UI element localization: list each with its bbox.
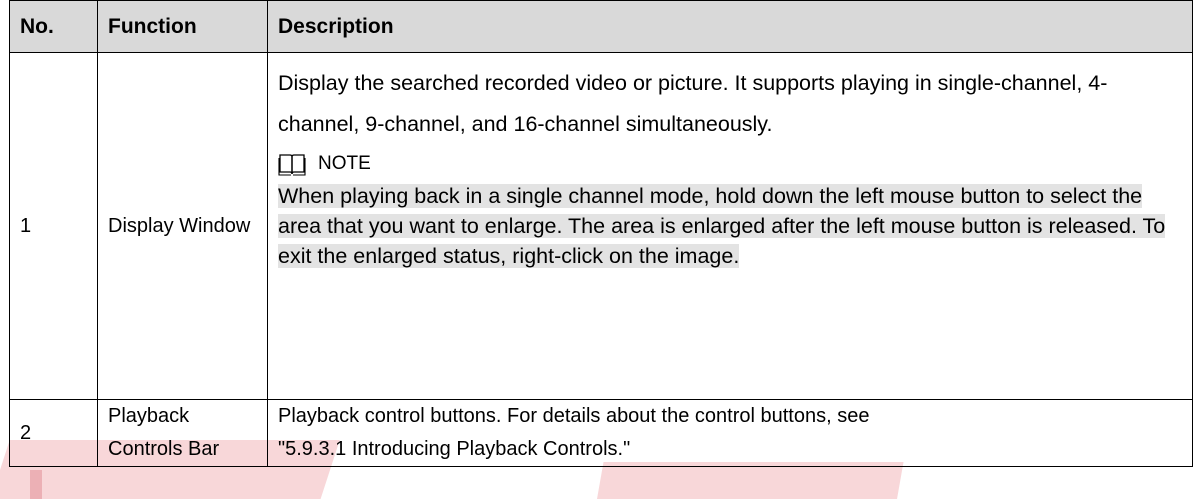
note-heading: NOTE (278, 147, 1192, 181)
description-line: Playback control buttons. For details ab… (278, 405, 870, 427)
watermark-shape (30, 470, 42, 499)
description-text: Display the searched recorded video or p… (278, 71, 1108, 136)
cell-no: 2 (9, 399, 98, 467)
cell-description: Display the searched recorded video or p… (267, 52, 1193, 400)
function-line: Controls Bar (108, 438, 220, 460)
watermark-shape (596, 462, 904, 499)
table-row: 1 Display Window Display the searched re… (9, 52, 1193, 400)
table-header-row: No. Function Description (9, 0, 1193, 53)
table-row: 2 Playback Controls Bar Playback control… (9, 399, 1193, 467)
cell-function: Display Window (97, 52, 268, 400)
description-line: "5.9.3.1 Introducing Playback Controls." (278, 438, 631, 460)
cell-description: Playback control buttons. For details ab… (267, 399, 1193, 467)
note-text: When playing back in a single channel mo… (278, 181, 1184, 271)
function-table: No. Function Description 1 Display Windo… (9, 0, 1193, 467)
header-no: No. (9, 0, 98, 53)
note-label: NOTE (318, 153, 371, 174)
book-icon (278, 154, 306, 176)
cell-function: Playback Controls Bar (97, 399, 268, 467)
cell-no: 1 (9, 52, 98, 400)
header-function: Function (97, 0, 268, 53)
note-text-highlight: When playing back in a single channel mo… (278, 184, 1166, 268)
function-line: Playback (108, 405, 190, 427)
document-page: No. Function Description 1 Display Windo… (0, 0, 1201, 499)
header-description: Description (267, 0, 1193, 53)
